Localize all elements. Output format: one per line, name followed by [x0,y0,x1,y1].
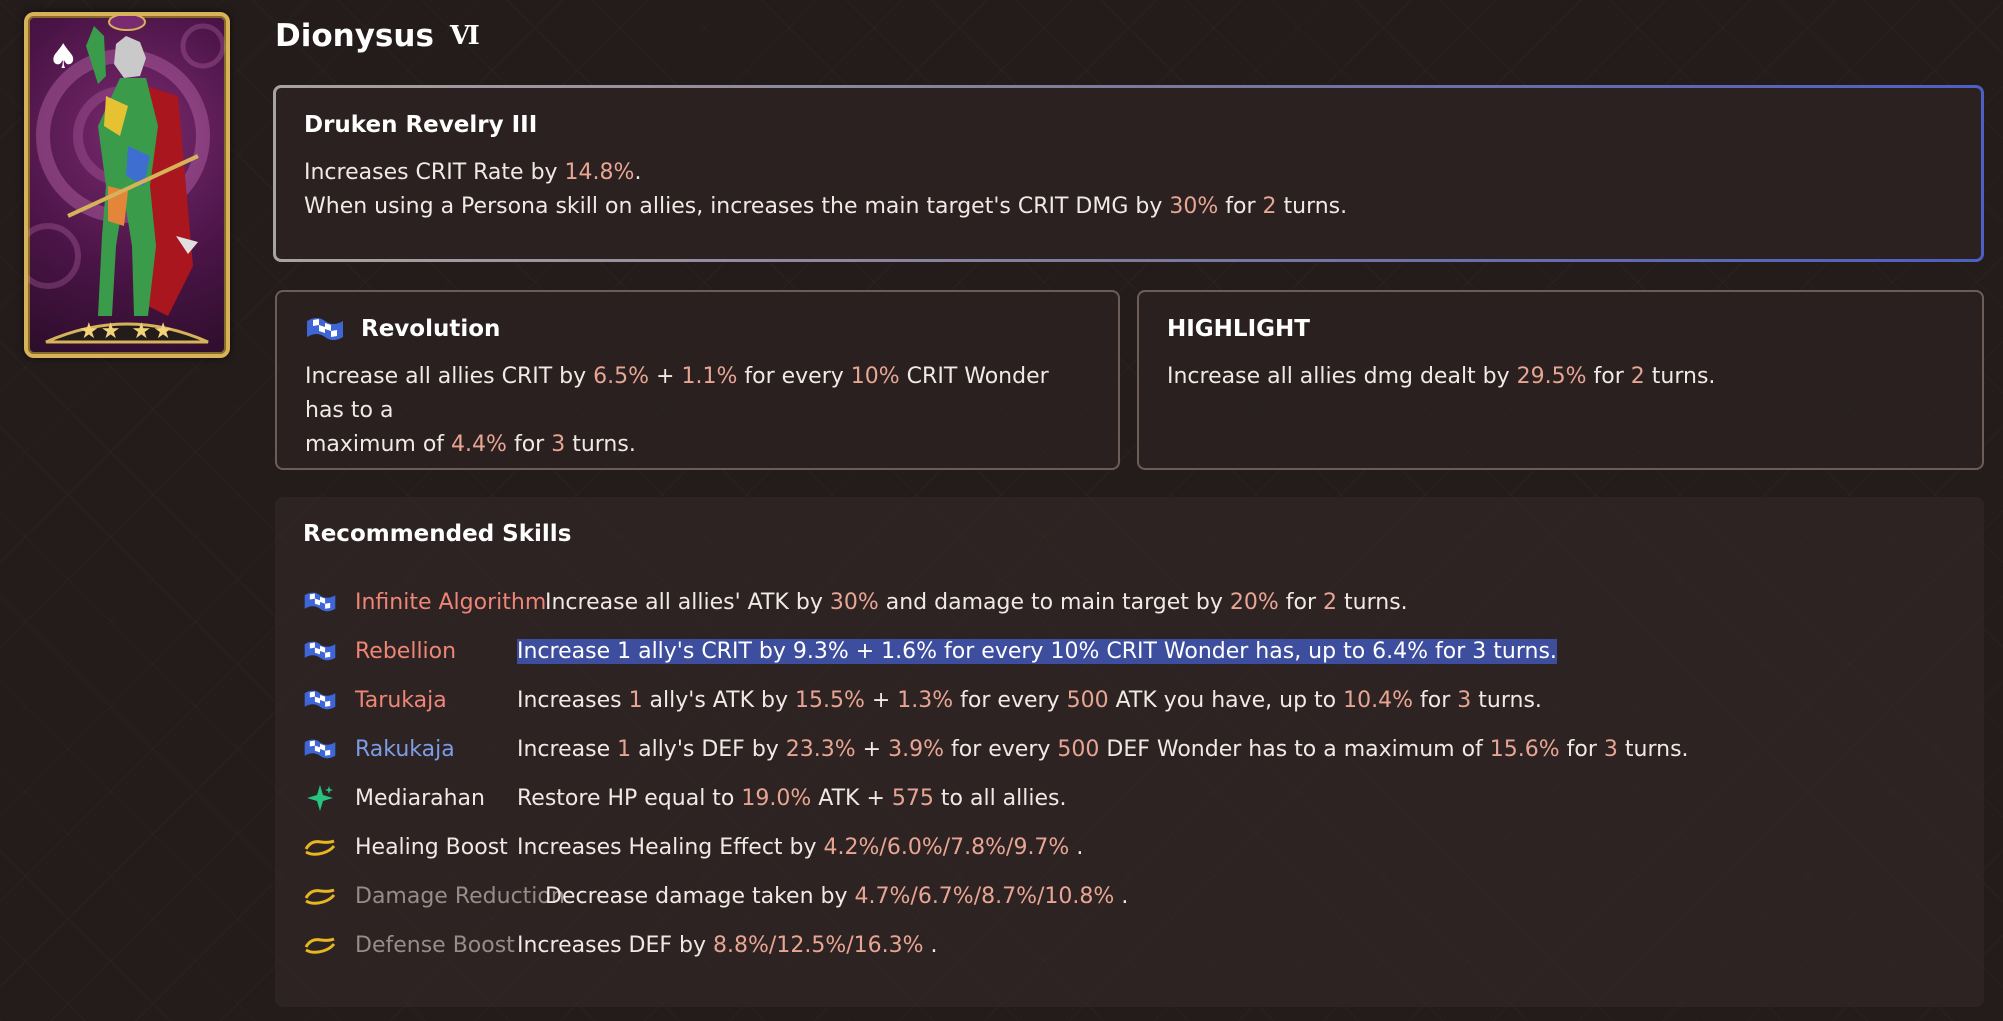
skill-name[interactable]: Rebellion [355,639,456,664]
unique-skill-line-1: Increases CRIT Rate by 14.8%. [304,160,642,185]
skill-description: Increase 1 ally's DEF by 23.3% + 3.9% fo… [517,736,1689,762]
skill-description: Increases Healing Effect by 4.2%/6.0%/7.… [517,834,1084,860]
persona-name: Dionysus [275,18,434,54]
skill-name[interactable]: Tarukaja [355,688,447,713]
skill-name[interactable]: Infinite Algorithm [355,590,546,615]
highlight-line-1: Increase all allies dmg dealt by 29.5% f… [1167,364,1716,389]
checkered-flag-icon [304,592,336,612]
skill-row-healing-boost[interactable]: Healing Boost Increases Healing Effect b… [303,830,1083,864]
revolution-title: Revolution [361,316,501,342]
skill-name[interactable]: Damage Reduction [355,884,565,909]
passive-swirl-icon [304,839,336,856]
skill-row-rebellion[interactable]: Rebellion Increase 1 ally's CRIT by 9.3%… [303,634,1557,668]
skill-row-infinite-algorithm[interactable]: Infinite Algorithm Increase all allies' … [303,585,1408,619]
revolution-panel: Revolution Increase all allies CRIT by 6… [275,290,1120,470]
skill-description: Increases 1 ally's ATK by 15.5% + 1.3% f… [517,687,1542,713]
checkered-flag-icon [304,641,336,661]
rarity-stars: ★★ ★★ [79,319,175,344]
tier-badge: Ⅵ [449,21,480,51]
unique-skill-title: Druken Revelry III [304,112,538,138]
skill-row-mediarahan[interactable]: Mediarahan Restore HP equal to 19.0% ATK… [303,781,1067,815]
skill-row-tarukaja[interactable]: Tarukaja Increases 1 ally's ATK by 15.5%… [303,683,1542,717]
recommended-skills-panel: Recommended Skills Infinite Algorithm In… [275,497,1984,1007]
checkered-flag-icon [304,690,336,710]
skill-row-defense-boost[interactable]: Defense Boost Increases DEF by 8.8%/12.5… [303,928,938,962]
skill-row-damage-reduction[interactable]: Damage Reduction Decrease damage taken b… [303,879,1128,913]
skill-description: Increase all allies' ATK by 30% and dama… [545,589,1408,615]
revolution-line-1: Increase all allies CRIT by 6.5% + 1.1% … [305,364,1049,423]
checkered-flag-icon [307,318,343,340]
skill-name[interactable]: Rakukaja [355,737,455,762]
recommended-skills-title: Recommended Skills [303,521,572,547]
persona-portrait: ♠ [28,16,226,344]
skill-name[interactable]: Defense Boost [355,933,515,958]
passive-swirl-icon [304,888,336,905]
passive-swirl-icon [304,937,336,954]
skill-name[interactable]: Mediarahan [355,786,485,811]
persona-card: ♠ ★★ ★★ [24,12,230,358]
skill-description: Increases DEF by 8.8%/12.5%/16.3% . [517,932,938,958]
skill-description: Restore HP equal to 19.0% ATK + 575 to a… [517,785,1067,811]
checkered-flag-icon [304,739,336,759]
skill-row-rakukaja[interactable]: Rakukaja Increase 1 ally's DEF by 23.3% … [303,732,1689,766]
skill-description: Decrease damage taken by 4.7%/6.7%/8.7%/… [545,883,1129,909]
skill-description-selected: Increase 1 ally's CRIT by 9.3% + 1.6% fo… [517,638,1557,664]
unique-skill-panel: Druken Revelry III Increases CRIT Rate b… [273,85,1984,262]
revolution-line-2: maximum of 4.4% for 3 turns. [305,432,636,457]
sparkle-heal-icon [307,785,333,811]
highlight-panel: HIGHLIGHT Increase all allies dmg dealt … [1137,290,1984,470]
spade-icon: ♠ [48,37,78,77]
unique-skill-line-2: When using a Persona skill on allies, in… [304,194,1348,219]
highlight-title: HIGHLIGHT [1167,316,1310,342]
skill-name[interactable]: Healing Boost [355,835,508,860]
